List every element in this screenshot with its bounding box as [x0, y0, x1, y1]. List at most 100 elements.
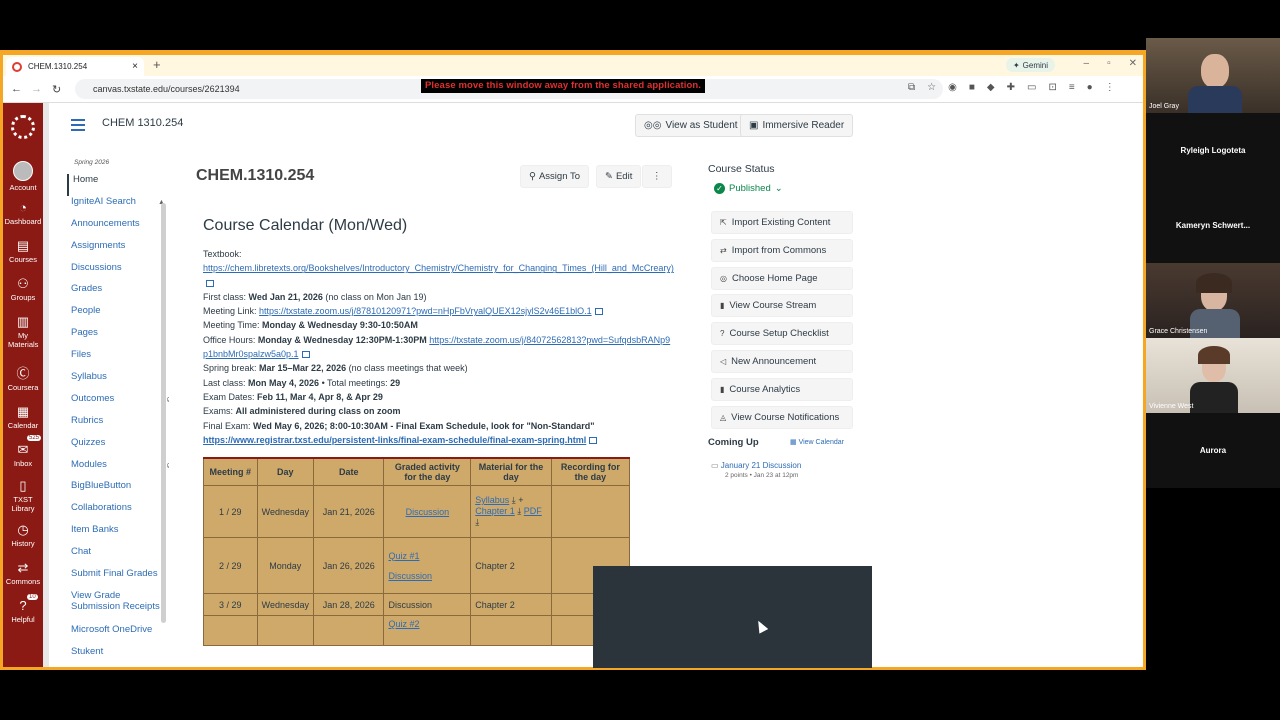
target-icon: ◎	[720, 274, 727, 283]
course-analytics-button[interactable]: ▮ Course Analytics	[711, 378, 853, 401]
breadcrumb[interactable]: CHEM 1310.254	[102, 117, 183, 129]
chapter-link[interactable]: Chapter 1	[475, 506, 515, 516]
quiz-link[interactable]: Quiz #2	[388, 619, 419, 629]
course-nav-chat[interactable]: Chat	[67, 546, 167, 568]
upcoming-item[interactable]: ▭ January 21 Discussion	[711, 461, 801, 470]
forward-icon[interactable]: →	[31, 83, 42, 95]
quiz-link[interactable]: Quiz #1	[388, 551, 419, 561]
edit-button[interactable]: ✎ Edit	[596, 165, 642, 188]
course-nav-pages[interactable]: Pages	[67, 327, 167, 349]
course-nav-item-banks[interactable]: Item Banks	[67, 524, 167, 546]
course-nav-ignite-search[interactable]: IgniteAI Search	[67, 196, 167, 218]
tune-icon[interactable]: ≡	[1069, 82, 1075, 93]
participant-tile[interactable]: Aurora	[1146, 413, 1280, 488]
course-nav-modules[interactable]: Modules ⊘	[67, 459, 169, 481]
pdf-link[interactable]: PDF	[524, 506, 542, 516]
download-icon[interactable]: ⤓	[517, 506, 521, 516]
view-as-student-button[interactable]: ◎◎ View as Student	[635, 114, 747, 137]
global-nav-coursera[interactable]: Ⓒ Coursera	[3, 367, 43, 393]
course-nav-collaborations[interactable]: Collaborations	[67, 502, 167, 524]
cast-icon[interactable]: ⊡	[1048, 82, 1056, 93]
sidebar-icon[interactable]: ▭	[1027, 82, 1036, 93]
courses-icon: ▤	[16, 238, 30, 253]
published-toggle[interactable]: ✓ Published ⌄	[714, 183, 783, 194]
global-nav-materials[interactable]: ▥ My Materials	[3, 315, 43, 350]
import-existing-content-button[interactable]: ⇱ Import Existing Content	[711, 211, 853, 234]
download-icon[interactable]: ⤓	[475, 517, 479, 527]
activity-link[interactable]: Discussion	[406, 507, 450, 517]
course-nav-grade-receipts[interactable]: View Grade Submission Receipts	[67, 590, 167, 624]
new-tab-button[interactable]: +	[153, 57, 161, 72]
menu-icon[interactable]: ⋮	[1105, 82, 1115, 93]
reload-icon[interactable]: ↻	[52, 83, 61, 96]
canvas-logo-icon[interactable]	[11, 115, 35, 139]
download-icon[interactable]: ⤓	[512, 495, 516, 505]
course-nav-files[interactable]: Files	[67, 349, 167, 371]
course-nav-onedrive[interactable]: Microsoft OneDrive	[67, 624, 167, 646]
global-nav-library[interactable]: ▯ TXST Library	[3, 479, 43, 514]
course-nav-scrollbar[interactable]	[161, 203, 166, 623]
course-nav-syllabus[interactable]: Syllabus	[67, 371, 167, 393]
more-options-button[interactable]: ⋮	[642, 165, 672, 188]
course-setup-checklist-button[interactable]: ? Course Setup Checklist	[711, 322, 853, 345]
global-nav-dashboard[interactable]: ◔ Dashboard	[3, 201, 43, 227]
course-header: CHEM 1310.254 ◎◎ View as Student ▣ Immer…	[49, 103, 1143, 147]
back-icon[interactable]: ←	[11, 83, 22, 95]
course-nav-people[interactable]: People	[67, 305, 167, 327]
global-nav-courses[interactable]: ▤ Courses	[3, 238, 43, 265]
canvas-lms: Account ◔ Dashboard ▤ Courses ⚇ Groups ▥…	[3, 103, 1143, 667]
participant-tile[interactable]: Ryleigh Logoteta	[1146, 113, 1280, 188]
new-announcement-button[interactable]: ◁ New Announcement	[711, 350, 853, 373]
announcement-icon: ◁	[720, 357, 727, 366]
gemini-button[interactable]: ✦ Gemini	[1005, 58, 1055, 72]
activity-link[interactable]: Discussion	[388, 571, 432, 581]
star-icon[interactable]: ☆	[927, 82, 936, 93]
course-nav-home[interactable]: Home	[67, 174, 167, 196]
choose-home-page-button[interactable]: ◎ Choose Home Page	[711, 267, 853, 290]
global-nav-commons[interactable]: ⇄ Commons	[3, 561, 43, 587]
syllabus-link[interactable]: Syllabus	[475, 495, 509, 505]
view-course-notifications-button[interactable]: ◬ View Course Notifications	[711, 406, 853, 429]
close-tab-icon[interactable]: ×	[132, 61, 138, 72]
participant-tile[interactable]: Grace Christensen	[1146, 263, 1280, 338]
close-window-icon[interactable]: ✕	[1129, 58, 1137, 69]
global-nav-calendar[interactable]: ▦ Calendar	[3, 405, 43, 431]
course-nav-discussions[interactable]: Discussions	[67, 262, 167, 284]
immersive-reader-button[interactable]: ▣ Immersive Reader	[740, 114, 854, 137]
assign-to-button[interactable]: ⚲ Assign To	[520, 165, 589, 188]
global-nav-help[interactable]: ? Helpful	[3, 599, 43, 625]
maximize-icon[interactable]: ▫	[1107, 58, 1111, 69]
import-from-commons-button[interactable]: ⇄ Import from Commons	[711, 239, 853, 262]
view-calendar-link[interactable]: ▦ View Calendar	[790, 438, 844, 446]
course-nav-assignments[interactable]: Assignments	[67, 240, 167, 262]
global-nav-groups[interactable]: ⚇ Groups	[3, 277, 43, 303]
global-nav-history[interactable]: ◷ History	[3, 523, 43, 549]
extension-icon[interactable]: ■	[969, 82, 975, 93]
puzzle-icon[interactable]: ✚	[1007, 82, 1015, 93]
course-nav-submit-final-grades[interactable]: Submit Final Grades	[67, 568, 167, 590]
course-nav-announcements[interactable]: Announcements	[67, 218, 167, 240]
textbook-link[interactable]: https://chem.libretexts.org/Bookshelves/…	[203, 263, 674, 273]
course-nav-quizzes[interactable]: Quizzes	[67, 437, 167, 459]
course-nav-grades[interactable]: Grades	[67, 283, 167, 305]
course-nav-bigbluebutton[interactable]: BigBlueButton	[67, 480, 167, 502]
course-nav-outcomes[interactable]: Outcomes ⊘	[67, 393, 169, 415]
participant-tile[interactable]: Joel Gray	[1146, 38, 1280, 113]
final-exam-schedule-link[interactable]: https://www.registrar.txst.edu/persisten…	[203, 435, 586, 445]
shield-icon[interactable]: ◆	[987, 82, 995, 93]
meeting-link[interactable]: https://txstate.zoom.us/j/87810120971?pw…	[259, 306, 592, 316]
browser-tab[interactable]: CHEM.1310.254 ×	[6, 57, 144, 76]
participant-tile[interactable]: Kameryn Schwert...	[1146, 188, 1280, 263]
view-course-stream-button[interactable]: ▮ View Course Stream	[711, 294, 853, 317]
course-nav-stukent[interactable]: Stukent	[67, 646, 167, 667]
global-nav-label: Commons	[5, 577, 41, 586]
global-nav-inbox[interactable]: ✉ Inbox	[3, 443, 43, 469]
profile-icon[interactable]: ●	[1087, 82, 1093, 93]
minimize-icon[interactable]: –	[1084, 58, 1090, 69]
participant-tile[interactable]: Vivienne West	[1146, 338, 1280, 413]
install-icon[interactable]: ⧉	[908, 82, 915, 93]
hamburger-menu-icon[interactable]	[71, 119, 85, 134]
global-nav-account[interactable]: Account	[3, 161, 43, 192]
extension-icon[interactable]: ◉	[948, 82, 957, 93]
course-nav-rubrics[interactable]: Rubrics	[67, 415, 167, 437]
